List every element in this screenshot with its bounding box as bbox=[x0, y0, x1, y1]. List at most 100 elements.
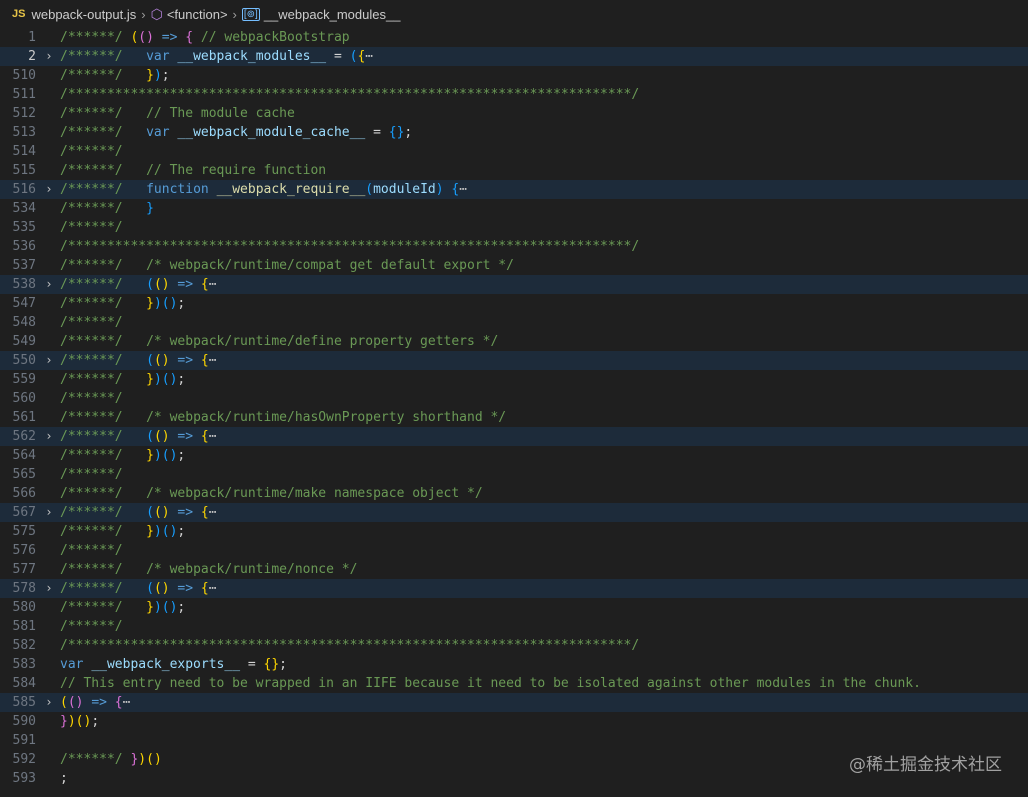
code-token: ⋯ bbox=[208, 277, 217, 292]
line-number: 592 bbox=[12, 752, 36, 767]
code-line[interactable]: 582 /************************************… bbox=[0, 636, 1028, 655]
code-token: /******/ bbox=[60, 619, 131, 634]
code-line[interactable]: 515 /******/ // The require function bbox=[0, 161, 1028, 180]
code-line[interactable]: 535 /******/ bbox=[0, 218, 1028, 237]
code-line[interactable]: 536 /************************************… bbox=[0, 237, 1028, 256]
code-line[interactable]: 537 /******/ /* webpack/runtime/compat ge… bbox=[0, 256, 1028, 275]
code-token: ( bbox=[161, 600, 170, 615]
code-line[interactable]: 560 /******/ bbox=[0, 389, 1028, 408]
fold-chevron-icon[interactable]: › bbox=[42, 579, 56, 598]
line-number: 584 bbox=[12, 676, 36, 691]
fold-chevron-icon[interactable]: › bbox=[42, 351, 56, 370]
code-line[interactable]: 581 /******/ bbox=[0, 617, 1028, 636]
code-line[interactable]: 550 ›/******/ (() => {⋯ bbox=[0, 351, 1028, 370]
code-token: ⋯ bbox=[122, 695, 131, 710]
code-token: { bbox=[185, 30, 194, 45]
breadcrumb: JS webpack-output.js › ⬡ <function> › [⊚… bbox=[0, 0, 1028, 28]
code-token: /******/ bbox=[60, 30, 131, 45]
code-text: /******/ (() => {⋯ bbox=[60, 579, 217, 598]
code-token: ⋯ bbox=[208, 581, 217, 596]
breadcrumb-function[interactable]: ⬡ <function> bbox=[151, 6, 228, 23]
code-line[interactable]: 583 var __webpack_exports__ = {}; bbox=[0, 655, 1028, 674]
line-number: 593 bbox=[12, 771, 36, 786]
code-line[interactable]: 575 /******/ })(); bbox=[0, 522, 1028, 541]
code-line[interactable]: 590})(); bbox=[0, 712, 1028, 731]
code-token: /* webpack/runtime/hasOwnProperty shorth… bbox=[146, 410, 507, 425]
code-line[interactable]: 578 ›/******/ (() => {⋯ bbox=[0, 579, 1028, 598]
code-line[interactable]: 577 /******/ /* webpack/runtime/nonce */ bbox=[0, 560, 1028, 579]
code-line[interactable]: 538 ›/******/ (() => {⋯ bbox=[0, 275, 1028, 294]
code-line[interactable]: 549 /******/ /* webpack/runtime/define pr… bbox=[0, 332, 1028, 351]
code-editor[interactable]: 1/******/ (() => { // webpackBootstrap 2 ›… bbox=[0, 28, 1028, 797]
code-token: { bbox=[200, 429, 209, 444]
code-line[interactable]: 561 /******/ /* webpack/runtime/hasOwnPro… bbox=[0, 408, 1028, 427]
code-token: /******/ bbox=[60, 163, 131, 178]
code-line[interactable]: 516 ›/******/ function __webpack_require_… bbox=[0, 180, 1028, 199]
code-line[interactable]: 566 /******/ /* webpack/runtime/make name… bbox=[0, 484, 1028, 503]
code-line[interactable]: 512 /******/ // The module cache bbox=[0, 104, 1028, 123]
line-number: 575 bbox=[12, 524, 36, 539]
code-text: /******/ /* webpack/runtime/make namespa… bbox=[60, 484, 483, 503]
code-token: ⋯ bbox=[208, 353, 217, 368]
code-token: ( bbox=[146, 581, 154, 596]
code-line[interactable]: 565 /******/ bbox=[0, 465, 1028, 484]
code-line[interactable]: 559 /******/ })(); bbox=[0, 370, 1028, 389]
code-token: ( bbox=[146, 429, 154, 444]
code-line[interactable]: 584 // This entry need to be wrapped in a… bbox=[0, 674, 1028, 693]
fold-chevron-icon[interactable]: › bbox=[42, 693, 56, 712]
fold-chevron-icon[interactable]: › bbox=[42, 180, 56, 199]
code-line[interactable]: 548 /******/ bbox=[0, 313, 1028, 332]
code-token: var bbox=[146, 49, 170, 64]
code-line[interactable]: 562 ›/******/ (() => {⋯ bbox=[0, 427, 1028, 446]
line-number: 581 bbox=[12, 619, 36, 634]
code-line[interactable]: 511 /************************************… bbox=[0, 85, 1028, 104]
code-text: /******/ bbox=[60, 389, 130, 408]
breadcrumb-file[interactable]: JS webpack-output.js bbox=[12, 7, 136, 22]
code-line[interactable]: 1 /******/ (() => { // webpackBootstrap bbox=[0, 28, 1028, 47]
code-line[interactable]: 513 /******/ var __webpack_module_cache__… bbox=[0, 123, 1028, 142]
line-number: 514 bbox=[12, 144, 36, 159]
code-token: ; bbox=[177, 372, 186, 387]
code-token: } bbox=[146, 448, 154, 463]
code-token: /******/ bbox=[60, 315, 131, 330]
code-token: var bbox=[146, 125, 170, 140]
fold-chevron-icon[interactable]: › bbox=[42, 503, 56, 522]
code-token: ) bbox=[435, 182, 444, 197]
code-token: ) bbox=[161, 277, 170, 292]
code-line[interactable]: 564 /******/ })(); bbox=[0, 446, 1028, 465]
code-token: moduleId bbox=[373, 182, 436, 197]
code-token: ) bbox=[161, 505, 170, 520]
code-line[interactable]: 585 ›(() => {⋯ bbox=[0, 693, 1028, 712]
code-line[interactable]: 534 /******/ } bbox=[0, 199, 1028, 218]
code-token: ) bbox=[161, 353, 170, 368]
line-number: 516 bbox=[12, 182, 36, 197]
line-number: 561 bbox=[12, 410, 36, 425]
fold-chevron-icon[interactable]: › bbox=[42, 47, 56, 66]
code-token: ( bbox=[161, 296, 170, 311]
code-line[interactable]: 510 /******/ }); bbox=[0, 66, 1028, 85]
code-line[interactable]: 567 ›/******/ (() => {⋯ bbox=[0, 503, 1028, 522]
fold-chevron-icon[interactable]: › bbox=[42, 427, 56, 446]
code-token: __webpack_module_cache__ bbox=[177, 125, 366, 140]
code-line[interactable]: 591 bbox=[0, 731, 1028, 750]
code-line[interactable]: 580 /******/ })(); bbox=[0, 598, 1028, 617]
code-token: /******/ bbox=[60, 391, 131, 406]
code-line[interactable]: 576 /******/ bbox=[0, 541, 1028, 560]
code-token: ( bbox=[153, 353, 162, 368]
fold-chevron-icon[interactable]: › bbox=[42, 275, 56, 294]
code-token: ⋯ bbox=[208, 429, 217, 444]
code-line[interactable]: 514 /******/ bbox=[0, 142, 1028, 161]
code-line[interactable]: 547 /******/ })(); bbox=[0, 294, 1028, 313]
breadcrumb-file-label: webpack-output.js bbox=[31, 6, 137, 22]
breadcrumb-symbol[interactable]: [⊚] __webpack_modules__ bbox=[241, 7, 400, 22]
line-number: 2 bbox=[28, 49, 36, 64]
code-line[interactable]: 2 ›/******/ var __webpack_modules__ = ({⋯ bbox=[0, 47, 1028, 66]
code-token: ) bbox=[153, 448, 162, 463]
